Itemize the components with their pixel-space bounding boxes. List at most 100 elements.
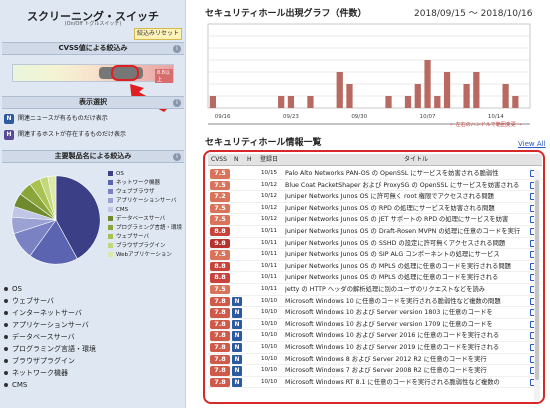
table-row[interactable]: 7.8 N 10/10 Microsoft Windows 10 に任意のコードを実行… [208, 296, 542, 308]
table-row[interactable]: 8.8 10/11 Juniper Networks Junos OS の MPLS… [208, 272, 542, 284]
table-row[interactable]: 7.5 10/12 Juniper Networks Junos OS の RPD … [208, 203, 542, 215]
product-item[interactable]: CMS [4, 379, 184, 391]
row-title-link[interactable]: Microsoft Windows 10 および Server 2019 に任意… [285, 342, 525, 353]
info-icon[interactable]: i [173, 153, 181, 161]
bullet-icon [4, 287, 8, 291]
legend-item[interactable]: データベースサーバ [108, 215, 186, 224]
table-row[interactable]: 7.5 10/11 Juniper Networks Junos OS の SIP … [208, 249, 542, 261]
legend-item[interactable]: ウェブブラウザ [108, 188, 186, 197]
product-pie-chart[interactable] [8, 172, 104, 268]
chart-bar[interactable] [463, 84, 470, 108]
product-item[interactable]: OS [4, 283, 184, 295]
chart-bar[interactable] [336, 72, 343, 108]
legend-item[interactable]: ネットワーク機器 [108, 179, 186, 188]
scrollbar-thumb[interactable] [535, 180, 539, 380]
row-title-link[interactable]: Jetty の HTTP ヘッダの解析処理に別のユーザのリクエストなどを読み [285, 284, 525, 295]
table-scrollbar[interactable] [534, 170, 540, 402]
chart-bar[interactable] [424, 60, 431, 108]
row-title-link[interactable]: Juniper Networks Junos OS の Draft-Rosen … [285, 226, 525, 237]
info-icon[interactable]: i [173, 45, 181, 53]
news-badge-icon[interactable]: N [232, 296, 242, 307]
row-title-link[interactable]: Juniper Networks Junos OS に許可無く root 権限で… [285, 191, 525, 202]
table-row[interactable]: 7.8 N 10/10 Microsoft Windows 7 および Server … [208, 365, 542, 377]
table-row[interactable]: 9.8 10/11 Juniper Networks Junos OS の SSHD… [208, 238, 542, 250]
view-all-link[interactable]: View All [518, 140, 546, 148]
legend-item[interactable]: プログラミング言語・環境 [108, 224, 186, 233]
table-row[interactable]: 7.8 N 10/10 Microsoft Windows 10 および Server… [208, 330, 542, 342]
table-row[interactable]: 8.8 10/11 Juniper Networks Junos OS の MPLS… [208, 261, 542, 273]
row-title-link[interactable]: Juniper Networks Junos OS の MPLS の処理に任意の… [285, 272, 525, 283]
table-row[interactable]: 7.8 N 10/10 Microsoft Windows 10 および Server… [208, 319, 542, 331]
table-row[interactable]: 7.5 10/11 Jetty の HTTP ヘッダの解析処理に別のユーザのリクエス… [208, 284, 542, 296]
row-title-link[interactable]: Microsoft Windows 10 および Server version … [285, 307, 525, 318]
news-badge-icon[interactable]: N [232, 342, 242, 353]
info-icon[interactable]: i [173, 99, 181, 107]
cvss-range-slider[interactable]: 8.8以上 [12, 64, 174, 83]
table-row[interactable]: 8.8 10/11 Juniper Networks Junos OS の Draf… [208, 226, 542, 238]
row-title-link[interactable]: Microsoft Windows 7 および Server 2008 R2 に… [285, 365, 525, 376]
chart-bar[interactable] [443, 72, 451, 108]
news-badge-icon[interactable]: N [232, 308, 242, 318]
table-row[interactable]: 7.8 N 10/10 Microsoft Windows 10 および Server… [208, 342, 542, 354]
chart-bar[interactable] [404, 96, 412, 108]
reset-filter-button[interactable]: 絞込みリセット [134, 28, 182, 40]
chart-bar[interactable] [414, 84, 421, 108]
legend-item[interactable]: ブラウザプラグイン [108, 242, 186, 251]
news-badge-icon[interactable]: N [232, 354, 242, 364]
product-item[interactable]: アプリケーションサーバ [4, 319, 184, 331]
chart-bar[interactable] [434, 96, 441, 108]
chart-bar[interactable] [512, 96, 519, 108]
row-title-link[interactable]: Microsoft Windows 10 に任意のコードを実行される脆弱性など複… [285, 296, 525, 307]
row-title-link[interactable]: Microsoft Windows RT 8.1 に任意のコードを実行される脆弱… [285, 377, 525, 388]
product-item[interactable]: プログラミング言語・環境 [4, 343, 184, 355]
col-title[interactable]: タイトル [404, 154, 428, 166]
row-title-link[interactable]: Juniper Networks Junos OS の SIP ALG コンポー… [285, 249, 525, 260]
col-date[interactable]: 登録日 [260, 154, 278, 166]
legend-item[interactable]: Webアプリケーション [108, 251, 186, 260]
chart-bar[interactable] [287, 96, 295, 108]
col-cvss[interactable]: CVSS [211, 154, 227, 166]
row-title-link[interactable]: Juniper Networks Junos OS の RPD の処理にサービス… [285, 203, 525, 214]
legend-item[interactable]: CMS [108, 206, 186, 215]
news-badge-icon[interactable]: N [232, 319, 242, 330]
legend-item[interactable]: OS [108, 170, 186, 179]
product-label: アプリケーションサーバ [12, 321, 89, 329]
row-title-link[interactable]: Blue Coat PacketShaper および ProxySG の Ope… [285, 180, 525, 191]
col-host[interactable]: H [247, 154, 252, 166]
cvss-score-badge: 7.8 [210, 377, 230, 388]
row-title-link[interactable]: Microsoft Windows 10 および Server 2016 に任意… [285, 330, 525, 341]
news-badge-icon[interactable]: N [232, 366, 242, 376]
chart-bar[interactable] [473, 72, 480, 108]
row-title-link[interactable]: Juniper Networks Junos OS の JET サポートの RP… [285, 214, 525, 225]
col-news[interactable]: N [234, 154, 239, 166]
occurrence-bar-chart[interactable]: 09/16 09/23 09/30 10/07 10/14 [200, 20, 540, 130]
row-title-link[interactable]: Palo Alto Networks PAN-OS の OpenSSL にサービ… [285, 168, 525, 179]
product-item[interactable]: インターネットサーバ [4, 307, 184, 319]
product-item[interactable]: ブラウザプラグイン [4, 355, 184, 367]
news-badge-icon[interactable]: N [232, 377, 242, 388]
table-row[interactable]: 7.5 10/15 Palo Alto Networks PAN-OS の Open… [208, 168, 542, 180]
table-row[interactable]: 7.5 10/12 Blue Coat PacketShaper および Proxy… [208, 180, 542, 192]
chart-bar[interactable] [307, 96, 314, 108]
chart-bar[interactable] [278, 96, 285, 108]
row-title-link[interactable]: Juniper Networks Junos OS の MPLS の処理に任意の… [285, 261, 525, 272]
legend-item[interactable]: アプリケーションサーバ [108, 197, 186, 206]
chart-bar[interactable] [385, 96, 392, 108]
row-title-link[interactable]: Juniper Networks Junos OS の SSHD の設定に許可無… [285, 238, 525, 249]
product-item[interactable]: ウェブサーバ [4, 295, 184, 307]
product-item[interactable]: データベースサーバ [4, 331, 184, 343]
bullet-icon [4, 323, 8, 327]
product-item[interactable]: ネットワーク機器 [4, 367, 184, 379]
table-row[interactable]: 7.2 10/12 Juniper Networks Junos OS に許可無く … [208, 191, 542, 203]
table-row[interactable]: 7.5 10/12 Juniper Networks Junos OS の JET … [208, 214, 542, 226]
chart-bar[interactable] [346, 84, 353, 108]
table-row[interactable]: 7.8 N 10/10 Microsoft Windows 8 および Server … [208, 354, 542, 366]
row-title-link[interactable]: Microsoft Windows 10 および Server version … [285, 319, 525, 330]
row-title-link[interactable]: Microsoft Windows 8 および Server 2012 R2 に… [285, 354, 525, 365]
chart-bar[interactable] [502, 84, 509, 108]
news-badge-icon[interactable]: N [232, 331, 242, 341]
table-row[interactable]: 7.8 N 10/10 Microsoft Windows RT 8.1 に任意のコー… [208, 377, 542, 389]
legend-item[interactable]: ウェブサーバ [108, 233, 186, 242]
chart-bar[interactable] [209, 96, 217, 108]
table-row[interactable]: 7.8 N 10/10 Microsoft Windows 10 および Server… [208, 307, 542, 319]
